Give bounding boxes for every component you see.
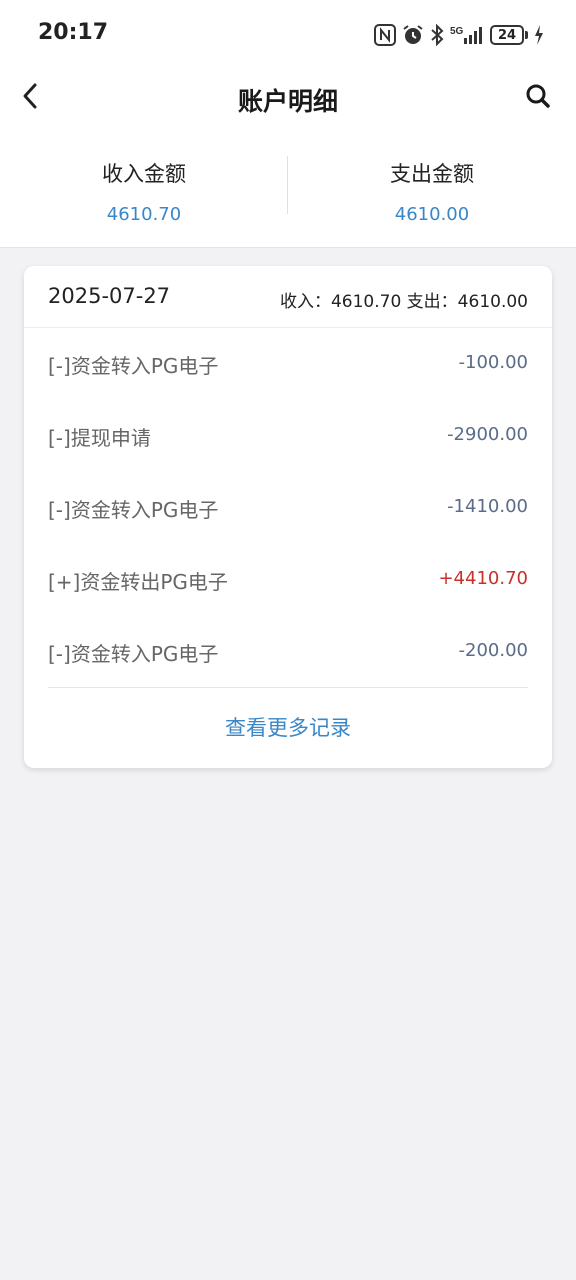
daily-totals: 收入：4610.70 支出：4610.00 (279, 292, 528, 312)
record-title: [-]资金转入PG电子 (48, 354, 219, 378)
signal-icon: 5G (450, 24, 484, 46)
battery-level: 24 (490, 25, 524, 45)
record-item[interactable]: [-]提现申请 -2900.00 (24, 400, 552, 472)
record-amount: -1410.00 (447, 496, 528, 517)
svg-text:5G: 5G (450, 26, 464, 37)
record-title: [-]资金转入PG电子 (48, 642, 219, 666)
nfc-icon (374, 24, 396, 46)
record-amount: +4410.70 (438, 568, 528, 589)
record-amount: -200.00 (458, 640, 528, 661)
card-divider (48, 687, 528, 688)
status-time: 20:17 (38, 20, 109, 45)
record-date: 2025-07-27 (48, 284, 171, 308)
record-item[interactable]: [-]资金转入PG电子 -1410.00 (24, 472, 552, 544)
income-summary: 收入金额 4610.70 (0, 126, 288, 248)
record-amount: -2900.00 (447, 424, 528, 445)
record-title: [-]资金转入PG电子 (48, 498, 219, 522)
record-amount: -100.00 (458, 352, 528, 373)
search-button[interactable] (518, 80, 558, 116)
card-header: 2025-07-27 收入：4610.70 支出：4610.00 (24, 266, 552, 328)
status-bar: 20:17 5G 24 (0, 0, 576, 70)
page-title: 账户明细 (237, 87, 338, 116)
balance-summary: 收入金额 4610.70 支出金额 4610.00 (0, 126, 576, 248)
record-title: [-]提现申请 (48, 426, 151, 450)
income-label: 收入金额 (102, 162, 186, 186)
expense-value: 4610.00 (394, 204, 470, 225)
status-icons: 5G 24 (374, 22, 544, 48)
expense-summary: 支出金额 4610.00 (288, 126, 576, 248)
battery-icon: 24 (490, 25, 528, 45)
record-item[interactable]: [+]资金转出PG电子 +4410.70 (24, 544, 552, 616)
income-value: 4610.70 (106, 204, 182, 225)
search-icon (525, 83, 551, 113)
record-item[interactable]: [-]资金转入PG电子 -100.00 (24, 328, 552, 400)
nav-bar: 账户明细 (0, 70, 576, 126)
bluetooth-icon (430, 24, 444, 46)
view-more-records-link[interactable]: 查看更多记录 (24, 712, 552, 742)
expense-label: 支出金额 (390, 162, 474, 186)
daily-records-card: 2025-07-27 收入：4610.70 支出：4610.00 [-]资金转入… (24, 266, 552, 768)
alarm-icon (402, 24, 424, 46)
record-title: [+]资金转出PG电子 (48, 570, 228, 594)
record-item[interactable]: [-]资金转入PG电子 -200.00 (24, 616, 552, 688)
charging-icon (534, 25, 544, 45)
